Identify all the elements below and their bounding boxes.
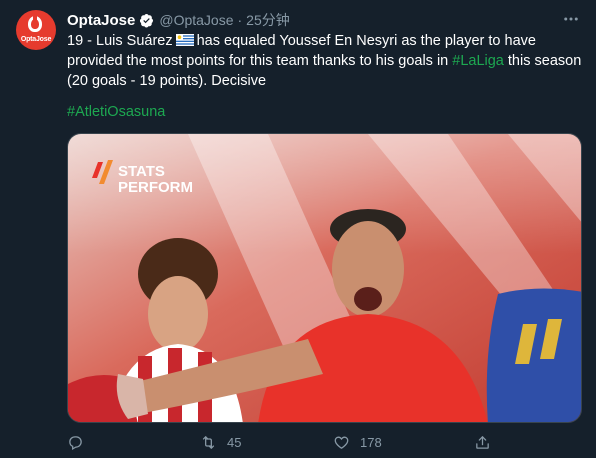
avatar[interactable]: OptaJose — [16, 10, 56, 50]
retweet-icon — [202, 436, 215, 449]
hashtag-atletiosasuna[interactable]: #AtletiOsasuna — [67, 104, 165, 120]
display-name[interactable]: OptaJose — [67, 12, 135, 29]
tweet-text-part1: 19 - Luis Suárez — [67, 33, 173, 49]
avatar-text: OptaJose — [20, 36, 52, 43]
retweet-button[interactable]: 45 — [200, 434, 241, 451]
tweet-header: OptaJose @OptaJose · 25分钟 — [67, 10, 580, 30]
reply-icon — [69, 436, 82, 450]
retweet-count: 45 — [227, 435, 242, 450]
like-count: 178 — [360, 435, 382, 450]
more-options-icon[interactable] — [562, 10, 580, 33]
watermark-line1: STATS — [118, 163, 165, 180]
opta-logo-icon — [28, 15, 42, 32]
uruguay-flag-icon — [175, 32, 194, 46]
watermark-line2: PERFORM — [118, 179, 193, 196]
tweet-media-image[interactable]: STATS PERFORM — [67, 133, 582, 423]
timestamp[interactable]: 25分钟 — [246, 10, 290, 30]
verified-badge-icon — [139, 13, 154, 28]
photo-illustration: STATS PERFORM — [68, 134, 581, 422]
heart-icon — [334, 436, 349, 449]
share-button[interactable] — [474, 434, 491, 451]
like-button[interactable]: 178 — [333, 434, 382, 451]
action-bar: 45 178 — [67, 434, 580, 454]
tweet-text: 19 - Luis Suárez has equaled Youssef En N… — [67, 31, 582, 91]
hashtag-laliga[interactable]: #LaLiga — [452, 53, 504, 69]
separator: · — [237, 12, 243, 28]
reply-button[interactable] — [67, 434, 84, 451]
handle[interactable]: @OptaJose — [159, 12, 233, 28]
share-icon — [476, 436, 489, 449]
